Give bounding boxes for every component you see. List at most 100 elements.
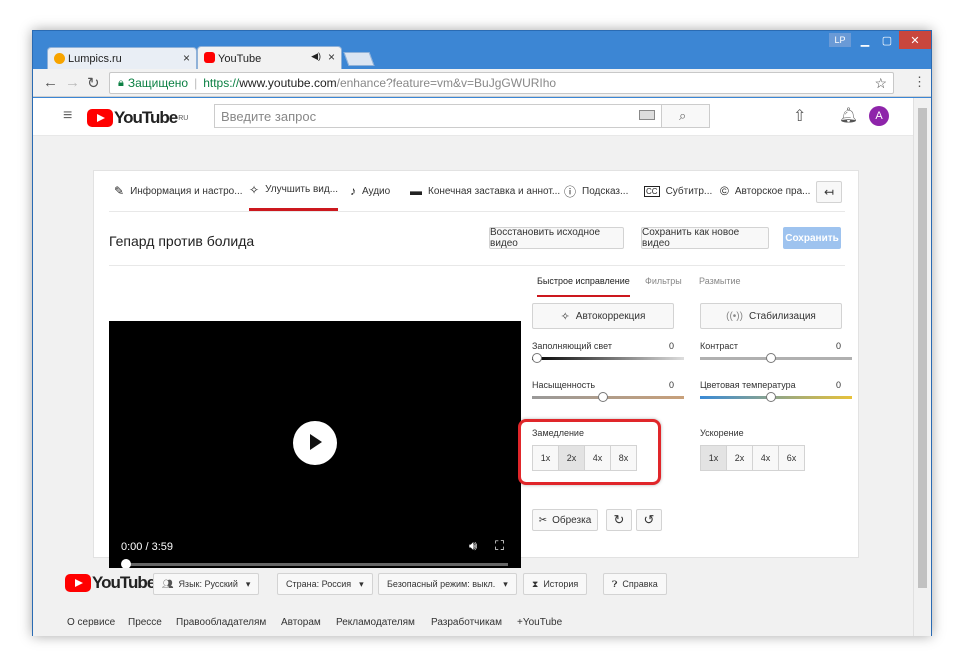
tab-cards[interactable]: ⓘ Подсказ... (564, 171, 628, 211)
footer-youtube-logo[interactable]: YouTube (65, 573, 156, 593)
rotate-left-icon: ↺ (643, 512, 655, 527)
save-as-new-button[interactable]: Сохранить как новое видео (641, 227, 769, 249)
rotate-right-icon: ↻ (613, 512, 625, 527)
address-bar[interactable]: 🔒︎ Защищено | https:// www.youtube.com /… (109, 72, 894, 94)
video-player[interactable]: 0:00 / 3:59 🔊︎ ⛶ (109, 321, 521, 579)
volume-icon[interactable]: 🔊︎ (469, 538, 477, 554)
footer-link-about[interactable]: О сервисе (67, 617, 115, 628)
scrollbar-thumb[interactable] (918, 108, 927, 588)
dropdown-arrow-icon: ▾ (359, 578, 364, 589)
speedup-label: Ускорение (700, 428, 744, 438)
new-tab-button[interactable] (343, 52, 375, 66)
hamburger-menu-icon[interactable]: ≡ (63, 107, 72, 125)
subtab-quick-fix[interactable]: Быстрое исправление (537, 275, 630, 297)
lumpics-favicon-icon (54, 53, 65, 64)
page-footer: YouTube 👥︎ Язык: Русский ▾ Страна: Россия ▾… (33, 568, 913, 636)
page-viewport: ≡ YouTube RU Введите запрос ⌕ ⇧ 🔔︎ A ✎ Ин… (33, 98, 913, 636)
reload-icon[interactable]: ↻ (87, 74, 100, 92)
tab-subtitles[interactable]: CC Субтитр... (644, 171, 712, 211)
close-window-button[interactable]: ✕ (899, 31, 931, 49)
tab-copyright[interactable]: © Авторское пра... (720, 171, 810, 211)
footer-link-developers[interactable]: Разработчикам (431, 617, 502, 628)
tab-enhance[interactable]: ✧ Улучшить вид... (249, 171, 339, 211)
youtube-logo[interactable]: YouTube RU (87, 108, 188, 128)
slider-label: Насыщенность (532, 380, 596, 390)
saturation-slider-handle[interactable] (598, 392, 608, 402)
stabilize-button[interactable]: ((•)) Стабилизация (700, 303, 842, 329)
tab-label: YouTube (218, 52, 262, 65)
tab-audio[interactable]: ♪ Аудио (350, 171, 390, 211)
tab-end-screen[interactable]: ▬ Конечная заставка и аннот... (410, 171, 560, 211)
color-temperature-slider-handle[interactable] (766, 392, 776, 402)
speedup-4x-button[interactable]: 4x (752, 445, 779, 471)
color-temperature-slider[interactable] (700, 396, 852, 399)
fullscreen-icon[interactable]: ⛶ (495, 538, 504, 554)
rotate-left-button[interactable]: ↺ (636, 509, 662, 531)
footer-link-plus-youtube[interactable]: +YouTube (517, 617, 562, 628)
maximize-button[interactable]: ▢ (877, 31, 897, 49)
pencil-icon: ✎ (114, 184, 125, 198)
page-scrollbar[interactable] (913, 98, 931, 636)
rotate-right-button[interactable]: ↻ (606, 509, 632, 531)
language-icon: 👥︎ (162, 578, 174, 589)
footer-link-creators[interactable]: Авторам (281, 617, 321, 628)
contrast-slider[interactable] (700, 357, 852, 360)
bell-icon[interactable]: 🔔︎ (839, 106, 858, 124)
browser-window: Lumpics.ru × YouTube ◀) × LP ▁ ▢ ✕ ← → ↻… (32, 30, 932, 636)
hourglass-icon: ⧗ (532, 578, 539, 589)
tab-info[interactable]: ✎ Информация и настро... (114, 171, 243, 211)
country-select[interactable]: Страна: Россия ▾ (277, 573, 373, 595)
bookmark-star-icon[interactable]: ☆ (874, 75, 887, 92)
tab-close-icon[interactable]: × (328, 50, 335, 64)
back-to-editor-button[interactable]: ↤ (816, 181, 842, 203)
speedup-2x-button[interactable]: 2x (726, 445, 753, 471)
trim-button[interactable]: ✂ Обрезка (532, 509, 598, 531)
footer-link-copyright[interactable]: Правообладателям (176, 617, 266, 628)
copyright-icon: © (720, 184, 729, 198)
keyboard-icon[interactable] (639, 110, 655, 120)
language-select[interactable]: 👥︎ Язык: Русский ▾ (153, 573, 260, 595)
slowdown-4x-button[interactable]: 4x (584, 445, 611, 471)
menu-dots-icon[interactable]: ⋮ (913, 74, 926, 90)
slowdown-2x-button[interactable]: 2x (558, 445, 585, 471)
profile-badge[interactable]: LP (829, 33, 851, 47)
back-arrow-icon[interactable]: ← (43, 74, 58, 91)
save-button[interactable]: Сохранить (783, 227, 841, 249)
play-button[interactable] (293, 421, 337, 465)
dropdown-arrow-icon: ▾ (245, 578, 251, 589)
browser-toolbar: ← → ↻ 🔒︎ Защищено | https:// www.youtube… (33, 69, 931, 97)
tab-close-icon[interactable]: × (183, 51, 190, 65)
youtube-favicon-icon (204, 52, 215, 63)
fill-light-slider-handle[interactable] (532, 353, 542, 363)
safe-mode-select[interactable]: Безопасный режим: выкл. ▾ (378, 573, 517, 595)
help-button[interactable]: ❓︎ Справка (603, 573, 667, 595)
audio-playing-icon[interactable]: ◀) (311, 51, 321, 62)
subtab-blur[interactable]: Размытие (699, 276, 741, 286)
avatar[interactable]: A (869, 106, 889, 126)
search-button[interactable]: ⌕ (662, 104, 710, 128)
progress-bar[interactable] (124, 563, 508, 566)
autocorrect-button[interactable]: ✧ Автокоррекция (532, 303, 674, 329)
subtab-filters[interactable]: Фильтры (645, 276, 682, 286)
minimize-button[interactable]: ▁ (855, 31, 875, 49)
history-button[interactable]: ⧗ История (523, 573, 588, 595)
speedup-6x-button[interactable]: 6x (778, 445, 805, 471)
contrast-slider-handle[interactable] (766, 353, 776, 363)
forward-arrow-icon[interactable]: → (65, 74, 80, 91)
divider (109, 211, 845, 212)
fill-light-slider[interactable] (532, 357, 684, 360)
upload-icon[interactable]: ⇧ (793, 106, 806, 126)
search-input[interactable]: Введите запрос (214, 104, 662, 128)
footer-link-advertise[interactable]: Рекламодателям (336, 617, 415, 628)
slowdown-8x-button[interactable]: 8x (610, 445, 637, 471)
youtube-play-logo-icon (87, 109, 113, 127)
end-screen-icon: ▬ (410, 184, 422, 198)
footer-link-press[interactable]: Прессе (128, 617, 162, 628)
time-display: 0:00 / 3:59 (121, 541, 173, 553)
saturation-slider[interactable] (532, 396, 684, 399)
tab-youtube[interactable]: YouTube ◀) × (197, 46, 342, 70)
tab-lumpics[interactable]: Lumpics.ru × (47, 47, 197, 69)
slowdown-1x-button[interactable]: 1x (532, 445, 559, 471)
restore-original-button[interactable]: Восстановить исходное видео (489, 227, 624, 249)
speedup-1x-button[interactable]: 1x (700, 445, 727, 471)
